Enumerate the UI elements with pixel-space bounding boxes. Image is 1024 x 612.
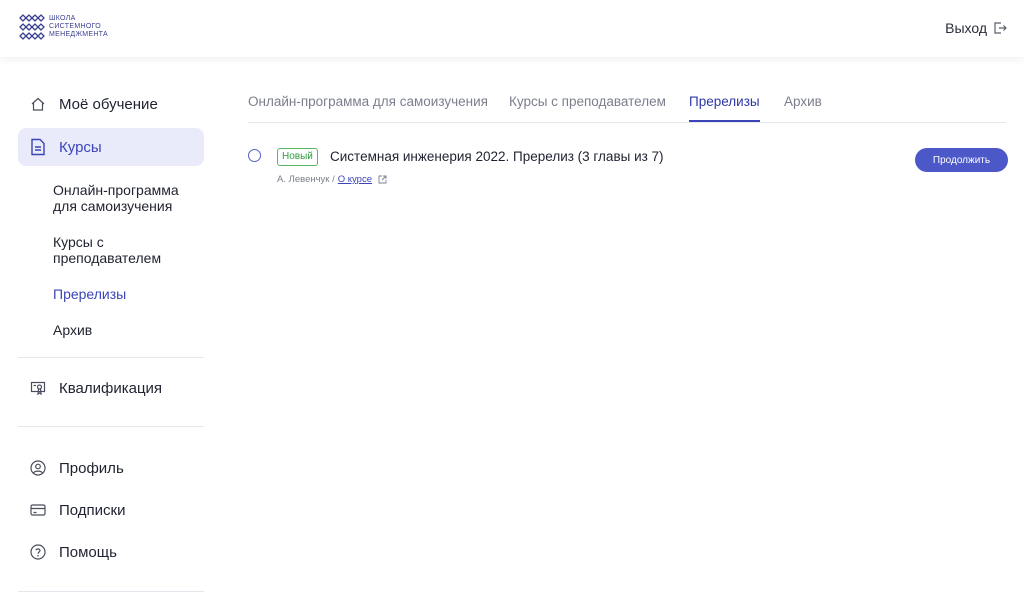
course-title: Системная инженерия 2022. Пререлиз (3 гл… xyxy=(330,149,664,164)
sidebar-item-label: Квалификация xyxy=(59,379,163,397)
logo-mark-icon xyxy=(19,14,45,40)
about-course-link[interactable]: О курсе xyxy=(338,174,372,185)
course-tabs: Онлайн-программа для самоизучения Курсы … xyxy=(248,94,1006,123)
sidebar-item-label: Профиль xyxy=(59,459,124,477)
logout-icon xyxy=(994,22,1007,34)
tab-with-teacher[interactable]: Курсы с преподавателем xyxy=(509,94,666,121)
sidebar-subitem-self-study[interactable]: Онлайн-программа для самоизучения xyxy=(18,182,204,214)
sidebar-divider xyxy=(18,591,204,592)
sidebar-subitem-prereleases[interactable]: Пререлизы xyxy=(18,286,204,302)
logout-button[interactable]: Выход xyxy=(945,20,1007,36)
course-status-radio[interactable] xyxy=(248,149,261,162)
sidebar-divider xyxy=(18,426,204,427)
sidebar: Моё обучение Курсы Онлайн-программа для … xyxy=(18,82,204,592)
sidebar-item-subscriptions[interactable]: Подписки xyxy=(18,491,204,529)
home-icon xyxy=(29,95,47,113)
sidebar-item-my-learning[interactable]: Моё обучение xyxy=(18,85,204,123)
question-icon xyxy=(29,543,47,561)
new-badge: Новый xyxy=(277,148,318,166)
tab-archive[interactable]: Архив xyxy=(784,94,822,121)
card-icon xyxy=(29,501,47,519)
sidebar-item-label: Подписки xyxy=(59,501,126,519)
continue-button[interactable]: Продолжить xyxy=(915,148,1008,172)
course-author: А. Левенчук / xyxy=(277,174,335,185)
logo-text: ШКОЛА СИСТЕМНОГО МЕНЕДЖМЕНТА xyxy=(49,15,108,38)
tab-prereleases[interactable]: Пререлизы xyxy=(689,94,760,122)
course-list-item: Новый Системная инженерия 2022. Пререлиз… xyxy=(248,146,1008,190)
sidebar-item-qualification[interactable]: Квалификация xyxy=(18,369,204,407)
sidebar-item-label: Моё обучение xyxy=(59,95,158,113)
top-header: ШКОЛА СИСТЕМНОГО МЕНЕДЖМЕНТА Выход xyxy=(0,0,1024,57)
sidebar-subitem-with-teacher[interactable]: Курсы с преподавателем xyxy=(18,234,204,266)
logout-label: Выход xyxy=(945,20,987,36)
sidebar-item-courses[interactable]: Курсы xyxy=(18,128,204,166)
user-circle-icon xyxy=(29,459,47,477)
sidebar-subitem-archive[interactable]: Архив xyxy=(18,322,204,338)
school-logo[interactable]: ШКОЛА СИСТЕМНОГО МЕНЕДЖМЕНТА xyxy=(19,14,108,40)
external-link-icon xyxy=(378,175,387,184)
sidebar-item-label: Помощь xyxy=(59,543,117,561)
certificate-icon xyxy=(29,379,47,397)
sidebar-item-profile[interactable]: Профиль xyxy=(18,449,204,487)
sidebar-divider xyxy=(18,357,204,358)
tab-self-study[interactable]: Онлайн-программа для самоизучения xyxy=(248,94,488,121)
course-meta: А. Левенчук / О курсе xyxy=(277,174,387,185)
sidebar-item-label: Курсы xyxy=(59,138,102,156)
sidebar-item-help[interactable]: Помощь xyxy=(18,533,204,571)
document-icon xyxy=(29,138,47,156)
